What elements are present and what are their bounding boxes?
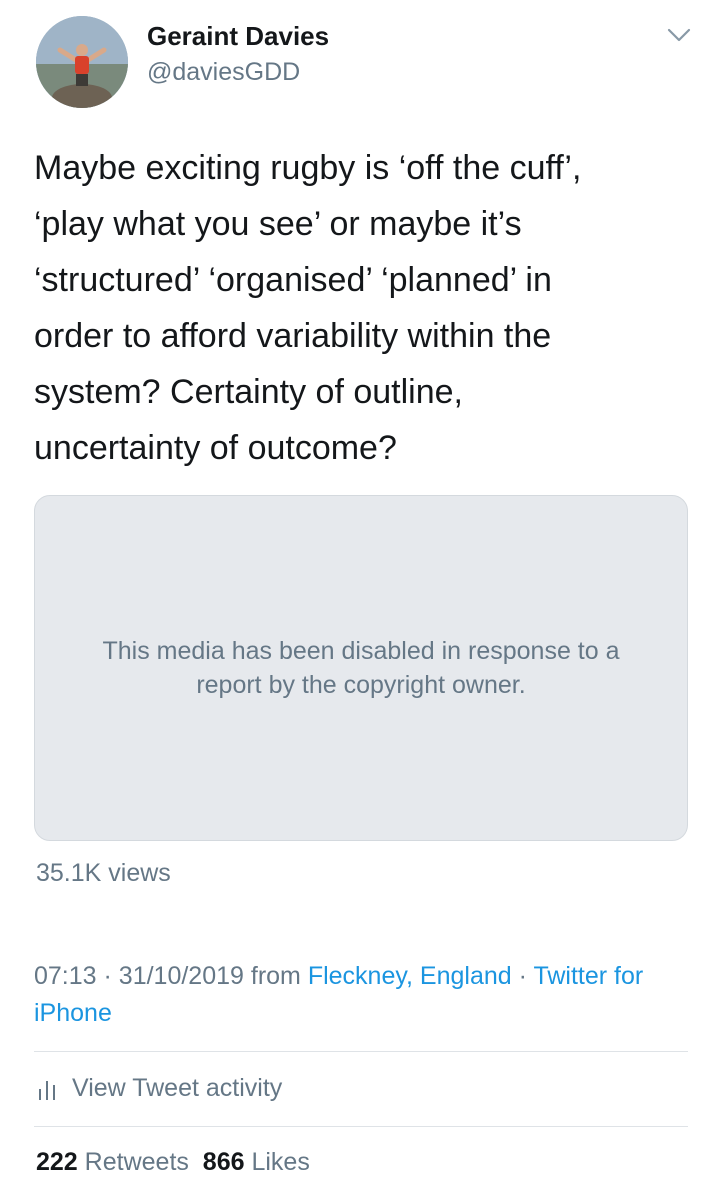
tweet-meta: 07:13 · 31/10/2019 from Fleckney, Englan… — [34, 958, 694, 1032]
retweets-count: 222 — [36, 1148, 78, 1176]
chevron-down-icon[interactable] — [664, 22, 694, 48]
view-count: 35.1K views — [36, 859, 171, 887]
tweet-text: Maybe exciting rugby is ‘off the cuff’, … — [34, 149, 582, 467]
author-display-name[interactable]: Geraint Davies — [147, 20, 329, 52]
engagement-stats: 222 Retweets 866 Likes — [36, 1145, 310, 1179]
divider — [34, 1051, 688, 1052]
avatar-image — [36, 16, 128, 108]
view-tweet-activity-label: View Tweet activity — [72, 1073, 283, 1102]
meta-separator: · — [103, 962, 112, 990]
meta-separator-2: · — [518, 962, 527, 990]
tweet-date: 31/10/2019 — [118, 962, 244, 990]
likes-label: Likes — [251, 1148, 310, 1176]
location-link[interactable]: Fleckney, England — [308, 962, 512, 990]
media-placeholder[interactable]: This media has been disabled in response… — [34, 495, 688, 841]
likes-stat[interactable]: 866 Likes — [203, 1148, 310, 1176]
retweets-stat[interactable]: 222 Retweets — [36, 1148, 189, 1176]
likes-count: 866 — [202, 1148, 245, 1176]
from-label: from — [250, 962, 301, 990]
divider — [34, 1126, 688, 1127]
media-disabled-notice: This media has been disabled in response… — [102, 637, 620, 699]
avatar[interactable] — [36, 16, 128, 108]
bar-chart-icon — [36, 1076, 58, 1100]
author-handle[interactable]: @daviesGDD — [147, 56, 300, 88]
retweets-label: Retweets — [84, 1148, 189, 1176]
view-tweet-activity-button[interactable]: View Tweet activity — [36, 1068, 282, 1108]
tweet-time: 07:13 — [34, 962, 97, 990]
